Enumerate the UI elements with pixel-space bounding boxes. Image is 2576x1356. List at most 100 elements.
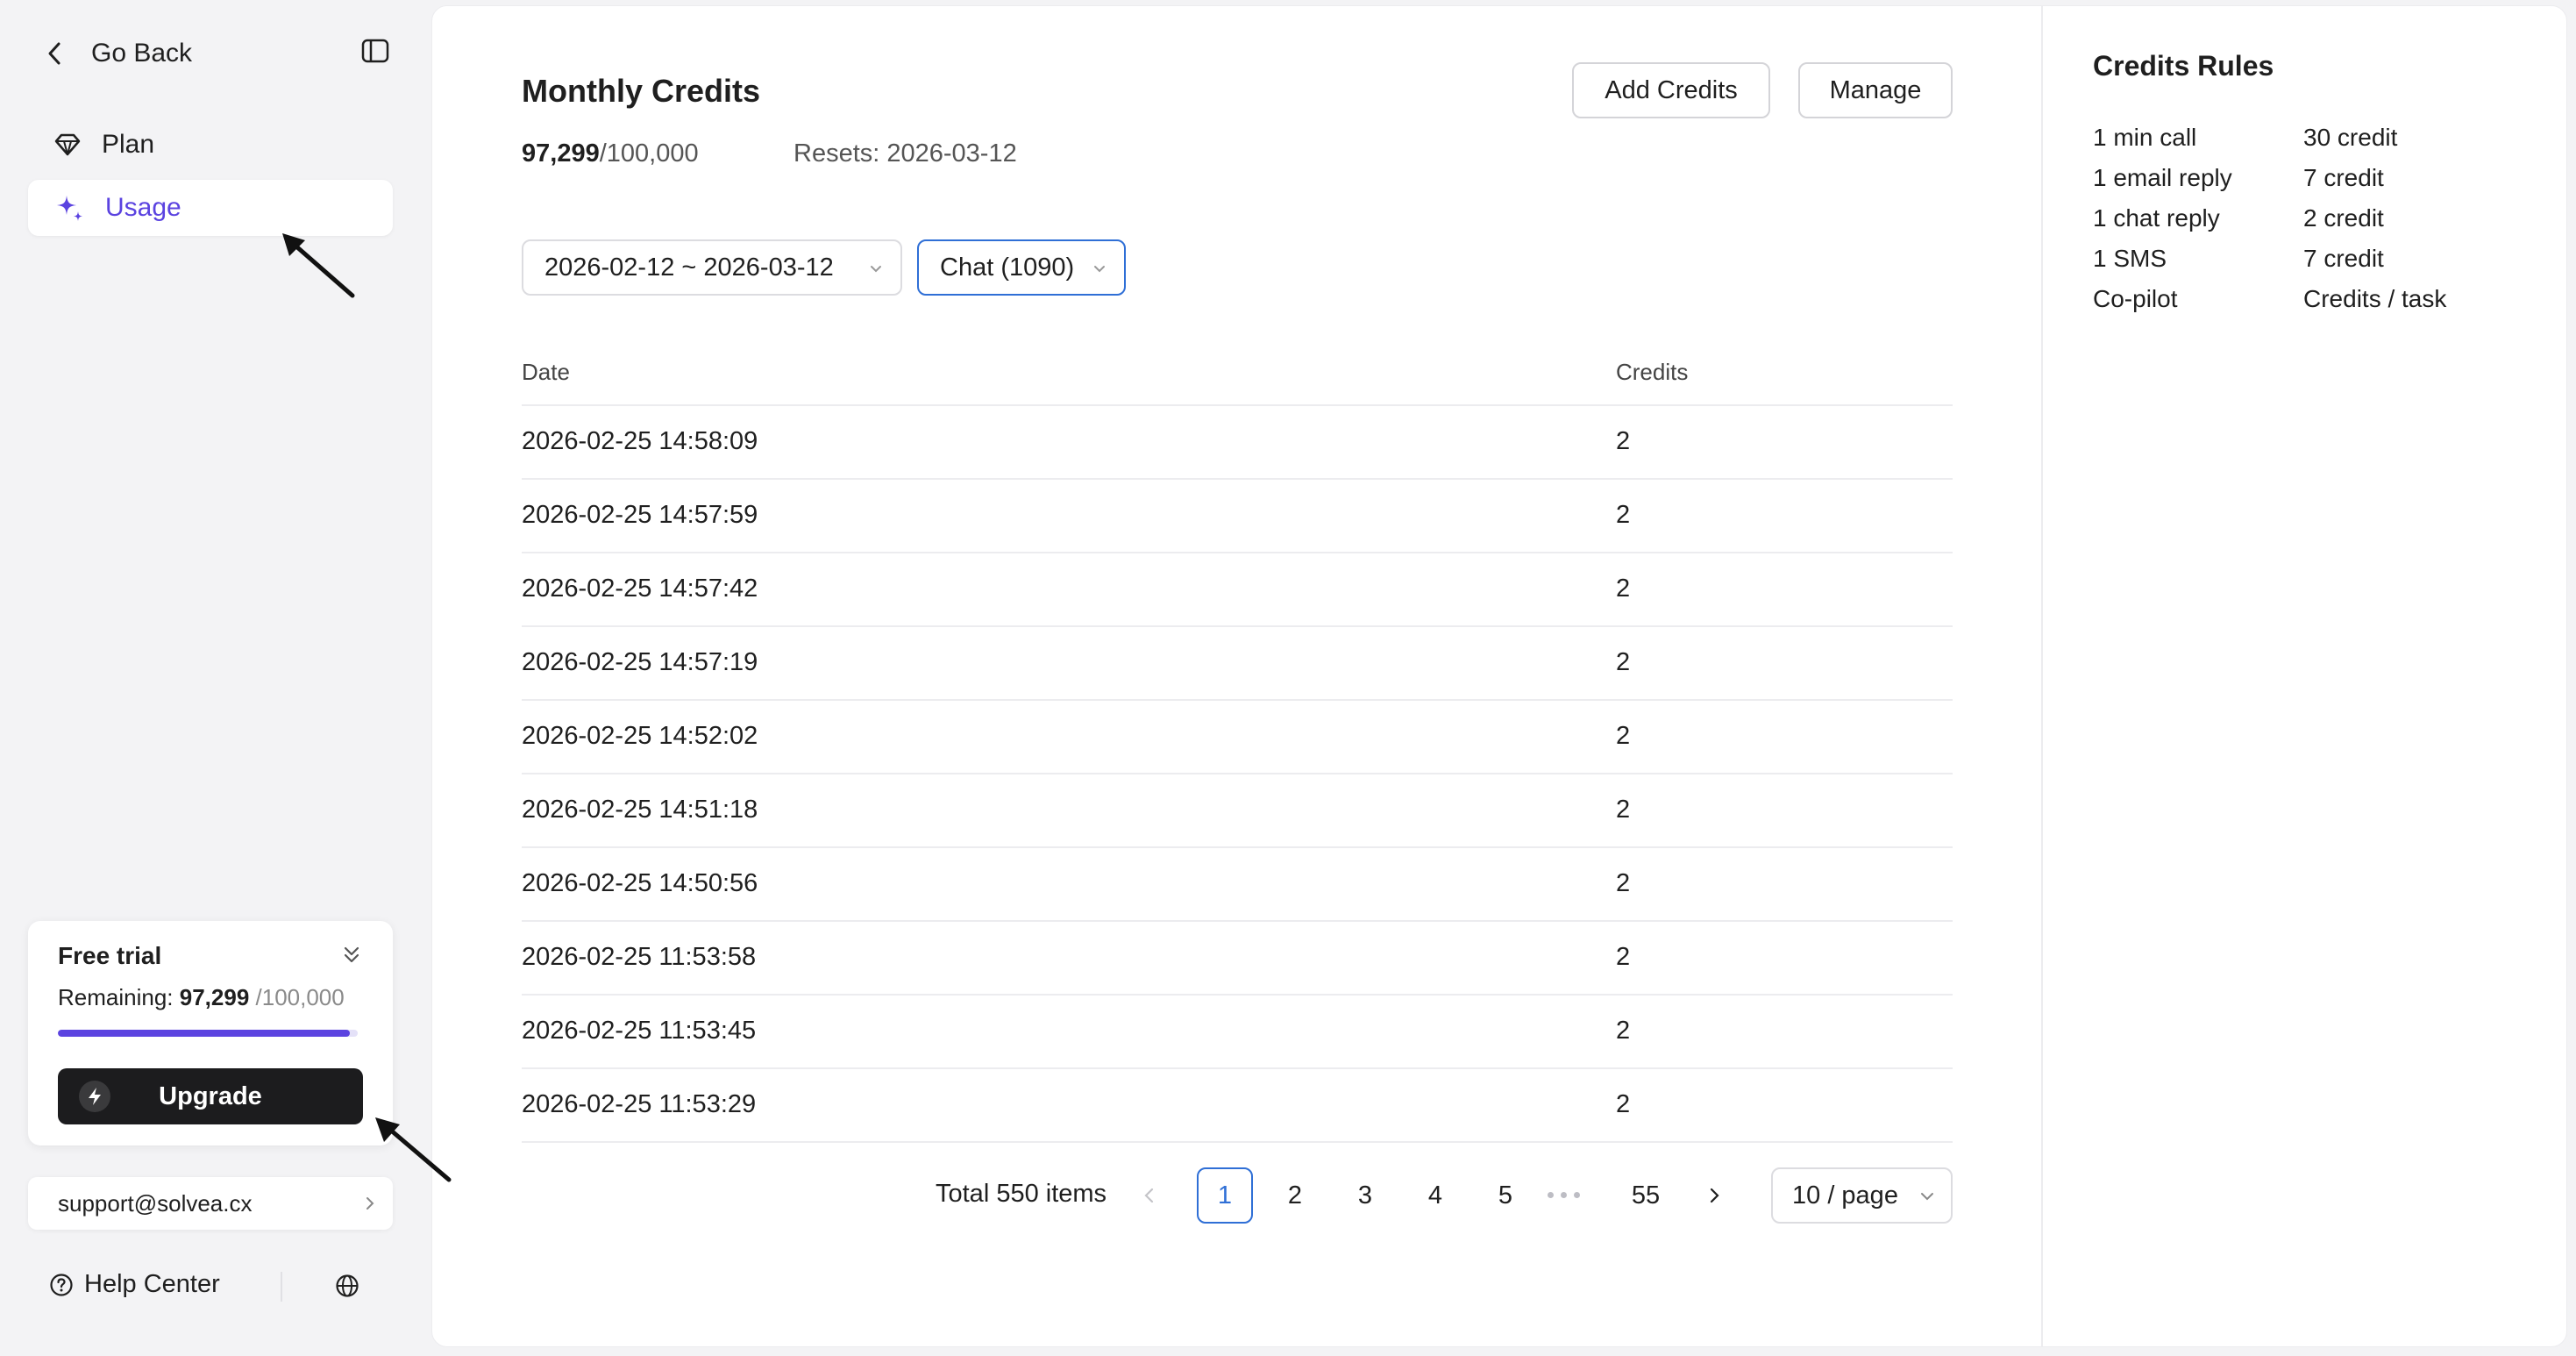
type-select[interactable]: Chat (1090) bbox=[917, 239, 1126, 296]
rule-name: 1 SMS bbox=[2093, 245, 2167, 272]
cell-credits: 2 bbox=[1616, 869, 1631, 897]
cell-credits: 2 bbox=[1616, 575, 1631, 603]
annotation-arrow-icon bbox=[375, 1117, 452, 1182]
table-row: 2026-02-25 14:57:19 2 bbox=[522, 627, 1953, 701]
credits-rules-panel: Credits Rules 1 min call 30 credit 1 emai… bbox=[2041, 6, 2567, 1346]
credits-used: 97,299 bbox=[522, 139, 600, 168]
chevrons-down-icon[interactable] bbox=[340, 944, 365, 968]
page-size-select[interactable]: 10 / page bbox=[1771, 1167, 1953, 1224]
next-page-icon[interactable] bbox=[1707, 1183, 1721, 1208]
type-value: Chat (1090) bbox=[940, 253, 1075, 282]
chevron-down-icon bbox=[1092, 264, 1107, 275]
table-row: 2026-02-25 14:57:42 2 bbox=[522, 553, 1953, 627]
cell-credits: 2 bbox=[1616, 796, 1631, 824]
sidebar-item-usage[interactable]: Usage bbox=[28, 180, 393, 236]
rule-name: 1 email reply bbox=[2093, 164, 2232, 191]
rule-value: 30 credit bbox=[2303, 124, 2398, 151]
credits-total: /100,000 bbox=[599, 139, 699, 168]
free-trial-card: Free trial Remaining: 97,299 /100,000 Up… bbox=[28, 921, 393, 1145]
annotation-arrow-icon bbox=[282, 233, 355, 298]
add-credits-button[interactable]: Add Credits bbox=[1572, 62, 1770, 118]
table-row: 2026-02-25 14:57:59 2 bbox=[522, 480, 1953, 553]
page-button-last[interactable]: 55 bbox=[1618, 1167, 1674, 1224]
page-button-1[interactable]: 1 bbox=[1197, 1167, 1253, 1224]
table-row: 2026-02-25 11:53:29 2 bbox=[522, 1069, 1953, 1143]
cell-date: 2026-02-25 11:53:29 bbox=[522, 1090, 757, 1118]
pagination: Total 550 items 1 2 3 4 5 55 10 / page bbox=[432, 1167, 2041, 1224]
sidebar-toggle-icon[interactable] bbox=[361, 39, 396, 68]
support-email-item[interactable]: support@solvea.cx bbox=[28, 1177, 393, 1230]
table-row: 2026-02-25 11:53:58 2 bbox=[522, 922, 1953, 996]
credits-amount: 97,299/100,000 bbox=[522, 139, 699, 168]
rule-row: 1 email reply 7 credit bbox=[2093, 164, 2549, 199]
cell-credits: 2 bbox=[1616, 943, 1631, 971]
sparkle-icon bbox=[54, 193, 84, 223]
page-size-value: 10 / page bbox=[1792, 1181, 1898, 1210]
sidebar: Go Back Plan Usage Free trial Remaining:… bbox=[0, 0, 430, 1356]
manage-button[interactable]: Manage bbox=[1798, 62, 1953, 118]
prev-page-icon[interactable] bbox=[1142, 1183, 1156, 1208]
rule-row: 1 SMS 7 credit bbox=[2093, 245, 2549, 280]
table-header: Date Credits bbox=[522, 343, 1953, 406]
go-back-label: Go Back bbox=[91, 39, 193, 68]
sidebar-item-label: Plan bbox=[102, 130, 155, 159]
cell-date: 2026-02-25 14:52:02 bbox=[522, 722, 758, 750]
rule-row: Co-pilot Credits / task bbox=[2093, 285, 2549, 320]
rule-value: 2 credit bbox=[2303, 204, 2384, 232]
table-row: 2026-02-25 14:52:02 2 bbox=[522, 701, 1953, 774]
cell-credits: 2 bbox=[1616, 722, 1631, 750]
rule-value: 7 credit bbox=[2303, 245, 2384, 272]
column-header-credits: Credits bbox=[1616, 359, 1689, 385]
monthly-credits-section: Monthly Credits 97,299/100,000 Resets: 2… bbox=[432, 6, 2041, 1346]
chevron-down-icon bbox=[869, 264, 883, 275]
page-button-5[interactable]: 5 bbox=[1477, 1167, 1534, 1224]
date-range-select[interactable]: 2026-02-12 ~ 2026-03-12 bbox=[522, 239, 902, 296]
page-button-2[interactable]: 2 bbox=[1267, 1167, 1323, 1224]
support-email: support@solvea.cx bbox=[58, 1189, 253, 1217]
upgrade-label: Upgrade bbox=[159, 1081, 262, 1110]
table-row: 2026-02-25 14:50:56 2 bbox=[522, 848, 1953, 922]
sidebar-item-plan[interactable]: Plan bbox=[28, 117, 393, 173]
rule-row: 1 min call 30 credit bbox=[2093, 124, 2549, 159]
upgrade-button[interactable]: Upgrade bbox=[58, 1068, 363, 1124]
cell-date: 2026-02-25 14:50:56 bbox=[522, 869, 758, 897]
cell-date: 2026-02-25 14:57:19 bbox=[522, 648, 758, 676]
help-circle-icon bbox=[49, 1273, 74, 1297]
cell-date: 2026-02-25 14:57:59 bbox=[522, 501, 758, 529]
cell-date: 2026-02-25 14:58:09 bbox=[522, 427, 758, 455]
chevron-left-icon bbox=[46, 40, 63, 67]
page-title: Monthly Credits bbox=[522, 73, 761, 109]
cell-date: 2026-02-25 11:53:45 bbox=[522, 1017, 757, 1045]
rules-title: Credits Rules bbox=[2093, 50, 2274, 82]
table-row: 2026-02-25 14:58:09 2 bbox=[522, 406, 1953, 480]
page-button-3[interactable]: 3 bbox=[1337, 1167, 1393, 1224]
rule-value: Credits / task bbox=[2303, 285, 2447, 312]
lightning-icon bbox=[79, 1081, 110, 1112]
progress-fill bbox=[58, 1030, 350, 1037]
chevron-right-icon bbox=[365, 1195, 375, 1212]
date-range-value: 2026-02-12 ~ 2026-03-12 bbox=[544, 253, 834, 282]
go-back-button[interactable]: Go Back bbox=[46, 32, 192, 75]
help-center-link[interactable]: Help Center bbox=[49, 1270, 220, 1299]
rule-name: 1 min call bbox=[2093, 124, 2197, 151]
trial-title: Free trial bbox=[58, 942, 162, 969]
footer-divider bbox=[281, 1272, 282, 1302]
column-header-date: Date bbox=[522, 359, 570, 385]
cell-credits: 2 bbox=[1616, 501, 1631, 529]
rule-value: 7 credit bbox=[2303, 164, 2384, 191]
usage-table: Date Credits 2026-02-25 14:58:09 2 2026-0… bbox=[522, 343, 1953, 1143]
page-button-4[interactable]: 4 bbox=[1407, 1167, 1463, 1224]
trial-remaining: Remaining: 97,299 /100,000 bbox=[58, 984, 345, 1011]
more-pages-ellipsis[interactable] bbox=[1548, 1192, 1580, 1198]
globe-icon[interactable] bbox=[335, 1274, 359, 1298]
cell-date: 2026-02-25 14:57:42 bbox=[522, 575, 758, 603]
sidebar-item-label: Usage bbox=[105, 193, 181, 222]
remaining-label: Remaining: bbox=[58, 984, 174, 1010]
rule-row: 1 chat reply 2 credit bbox=[2093, 204, 2549, 239]
cell-date: 2026-02-25 14:51:18 bbox=[522, 796, 758, 824]
help-center-label: Help Center bbox=[84, 1270, 220, 1298]
chevron-down-icon bbox=[1919, 1190, 1935, 1203]
cell-credits: 2 bbox=[1616, 427, 1631, 455]
cell-credits: 2 bbox=[1616, 648, 1631, 676]
cell-credits: 2 bbox=[1616, 1017, 1631, 1045]
